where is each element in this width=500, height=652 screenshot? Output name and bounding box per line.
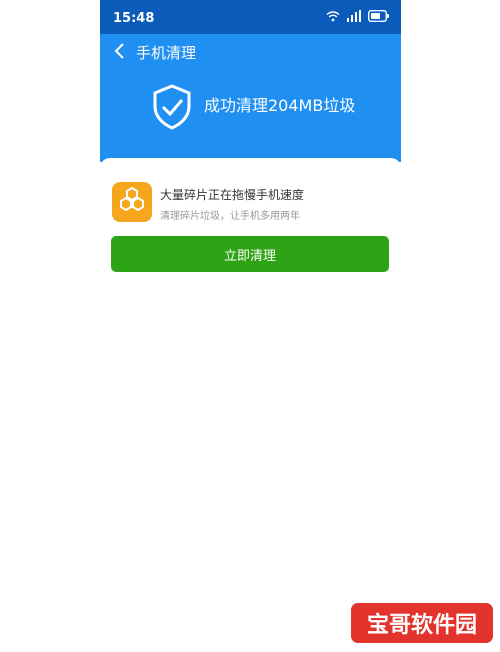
- cleanup-card: 大量碎片正在拖慢手机速度 清理碎片垃圾，让手机多用两年 立即清理: [100, 158, 401, 652]
- card-subtitle: 清理碎片垃圾，让手机多用两年: [160, 211, 300, 222]
- honeycomb-icon: [117, 186, 147, 218]
- wifi-icon: [326, 10, 340, 26]
- shield-check-icon: [152, 84, 192, 130]
- clean-now-button[interactable]: 立即清理: [111, 236, 389, 272]
- signal-icon: [346, 10, 362, 26]
- phone-screen: 15:48 手机清理 成功清理204MB垃圾 大量碎片正在拖慢手机速度 清理碎片…: [100, 0, 401, 652]
- battery-icon: [367, 9, 390, 26]
- cleanup-result-text: 成功清理204MB垃圾: [204, 96, 356, 115]
- page-title: 手机清理: [136, 44, 197, 62]
- status-time: 15:48: [113, 11, 155, 26]
- header: 手机清理 成功清理204MB垃圾: [100, 34, 401, 162]
- card-title: 大量碎片正在拖慢手机速度: [160, 188, 305, 202]
- status-bar: 15:48: [100, 0, 401, 34]
- status-icons: [326, 9, 390, 26]
- app-icon: [112, 182, 152, 222]
- chevron-left-icon: [110, 43, 130, 66]
- back-button[interactable]: [110, 40, 130, 62]
- watermark-logo: 宝哥软件园: [351, 603, 493, 643]
